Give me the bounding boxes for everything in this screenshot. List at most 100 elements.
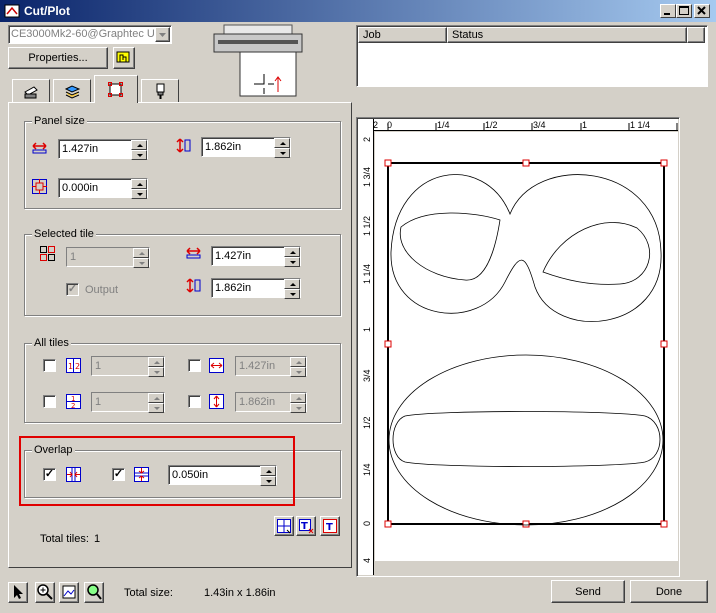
tile-height-value[interactable]: 1.862in xyxy=(212,279,284,297)
column-header-filler xyxy=(687,27,705,43)
selected-tile-index-field: 1 xyxy=(66,247,150,268)
panel-height-spinner[interactable] xyxy=(274,138,290,158)
selected-tile-label: Selected tile xyxy=(32,228,96,240)
rows-count-value: 1 xyxy=(92,393,148,411)
done-button[interactable]: Done xyxy=(630,580,708,603)
total-size-value: 1.43in x 1.86in xyxy=(204,587,276,599)
svg-text:2: 2 xyxy=(71,402,75,410)
device-select-value: CE3000Mk2-60@Graphtec US xyxy=(11,28,155,40)
done-button-label: Done xyxy=(655,586,683,598)
tile-grid-icon xyxy=(40,246,55,261)
panel-height-value[interactable]: 1.862in xyxy=(202,138,274,156)
tile-layout-button[interactable] xyxy=(274,516,294,536)
panel-size-label: Panel size xyxy=(32,115,87,127)
fit-page-button[interactable] xyxy=(59,582,79,603)
total-size-label: Total size: xyxy=(124,587,173,599)
job-column-header[interactable]: Job xyxy=(358,27,447,43)
blade-tool-icon xyxy=(156,83,165,99)
panel-margin-field[interactable]: 0.000in xyxy=(58,178,148,199)
panel-height-field[interactable]: 1.862in xyxy=(201,137,291,158)
output-checkbox: ✓ xyxy=(66,283,79,296)
all-tiles-width-icon xyxy=(209,358,224,373)
ruler-left-label: 1 3/4 xyxy=(362,167,372,187)
rows-count-icon: 12 xyxy=(66,394,81,410)
tile-height-icon xyxy=(186,278,201,293)
all-tiles-height-value: 1.862in xyxy=(236,393,290,411)
tile-height-field[interactable]: 1.862in xyxy=(211,278,301,299)
tab-tiling[interactable] xyxy=(94,75,138,103)
device-dropdown-button[interactable] xyxy=(155,27,170,42)
all-tiles-height-icon xyxy=(209,394,224,409)
all-tiles-rows-checkbox[interactable] xyxy=(43,395,56,408)
panel-margin-value[interactable]: 0.000in xyxy=(59,179,131,197)
maximize-button[interactable] xyxy=(676,4,692,18)
tile-width-spinner[interactable] xyxy=(284,247,300,267)
zoom-fit-button[interactable] xyxy=(84,582,104,603)
zoom-in-icon xyxy=(37,584,53,600)
close-button[interactable] xyxy=(694,4,710,18)
tile-height-spinner[interactable] xyxy=(284,279,300,299)
columns-count-icon: 12 xyxy=(66,358,81,373)
device-select[interactable]: CE3000Mk2-60@Graphtec US xyxy=(8,25,172,44)
ruler-left-edge-label: 4 xyxy=(362,558,372,563)
width-arrows-icon xyxy=(32,142,47,154)
all-tiles-width-field: 1.427in xyxy=(235,356,307,377)
hand-cursor-icon xyxy=(116,51,130,63)
printer-icon xyxy=(24,86,38,99)
panel-width-field[interactable]: 1.427in xyxy=(58,139,148,160)
top-ruler-ticks xyxy=(387,123,678,131)
tile-border xyxy=(387,162,665,525)
all-tiles-width-checkbox[interactable] xyxy=(188,359,201,372)
weed-box-button[interactable]: T xyxy=(320,516,340,536)
status-column-header[interactable]: Status xyxy=(447,27,687,43)
plotter-image xyxy=(213,24,303,97)
window-title: Cut/Plot xyxy=(24,4,70,18)
minimize-button[interactable] xyxy=(660,4,676,18)
all-tiles-label: All tiles xyxy=(32,337,71,349)
page-view-icon xyxy=(62,585,76,599)
job-table[interactable]: Job Status xyxy=(356,25,708,87)
tiling-icon xyxy=(108,82,123,97)
ruler-left-label: 1 xyxy=(362,327,372,332)
tile-width-field[interactable]: 1.427in xyxy=(211,246,301,267)
selected-tile-index-spinner xyxy=(133,248,149,268)
device-settings-button[interactable] xyxy=(113,47,135,69)
tile-width-icon xyxy=(186,247,201,259)
send-button[interactable]: Send xyxy=(551,580,625,603)
tab-print[interactable] xyxy=(12,79,50,103)
rows-count-spinner xyxy=(148,393,164,413)
all-tiles-height-checkbox[interactable] xyxy=(188,395,201,408)
layers-icon xyxy=(64,85,81,99)
ruler-left-edge-label: 2 xyxy=(362,137,372,142)
ruler-left-label: 1/2 xyxy=(362,416,372,429)
selected-tile-index-value: 1 xyxy=(67,248,133,266)
svg-text:1: 1 xyxy=(68,362,73,371)
output-label: Output xyxy=(85,284,119,296)
properties-button[interactable]: Properties... xyxy=(8,47,108,69)
panel-width-spinner[interactable] xyxy=(131,140,147,160)
artwork-preview xyxy=(384,159,668,528)
panel-margin-spinner[interactable] xyxy=(131,179,147,199)
weed-border-button[interactable]: T xyxy=(296,516,316,536)
total-tiles-label: Total tiles: xyxy=(40,533,89,545)
columns-count-field: 1 xyxy=(91,356,165,377)
grid-tile-icon xyxy=(277,519,291,534)
tile-width-value[interactable]: 1.427in xyxy=(212,247,284,265)
tab-layers[interactable] xyxy=(53,79,91,103)
columns-count-spinner xyxy=(148,357,164,377)
app-icon xyxy=(4,4,20,18)
left-ruler-labels: 2 1 3/4 1 1/2 1 1/4 1 3/4 1/2 1/4 0 4 xyxy=(362,137,372,563)
tab-tool[interactable] xyxy=(141,79,179,103)
svg-text:T: T xyxy=(326,522,333,533)
rows-count-field: 1 xyxy=(91,392,165,413)
pointer-tool-button[interactable] xyxy=(8,582,28,603)
total-tiles-value: 1 xyxy=(94,533,101,545)
all-tiles-columns-checkbox[interactable] xyxy=(43,359,56,372)
ruler-left-label: 1/4 xyxy=(362,463,372,476)
arrow-cursor-icon xyxy=(14,585,23,599)
svg-text:T: T xyxy=(301,521,308,532)
minimize-icon xyxy=(664,13,670,15)
margin-icon xyxy=(32,179,47,194)
panel-width-value[interactable]: 1.427in xyxy=(59,140,131,158)
zoom-tool-button[interactable] xyxy=(35,582,55,603)
